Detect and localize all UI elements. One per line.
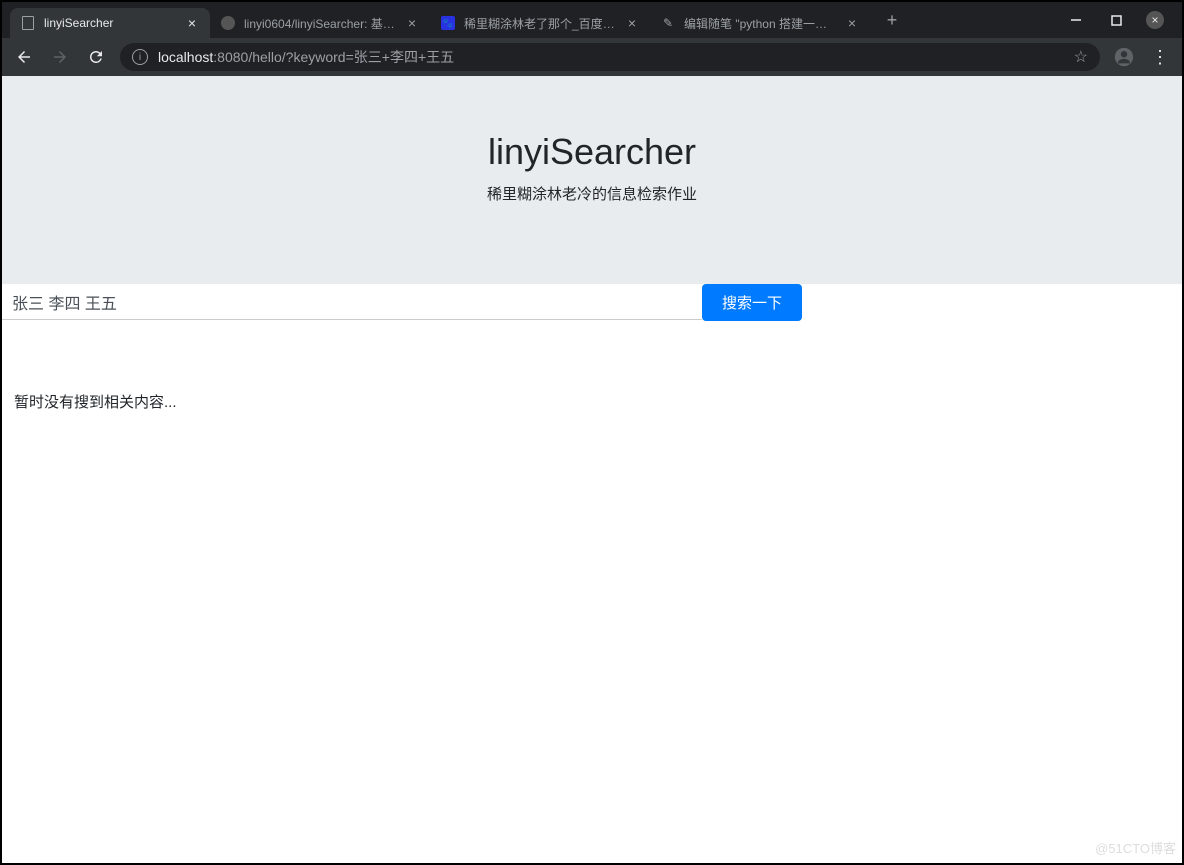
browser-tab[interactable]: ✎ 编辑随笔 "python 搭建一个简单的... × — [650, 8, 870, 38]
info-icon[interactable]: i — [132, 49, 148, 65]
tab-title: linyiSearcher — [44, 16, 178, 30]
url-field[interactable]: i localhost:8080/hello/?keyword=张三+李四+王五… — [120, 43, 1100, 71]
window-controls: × — [1066, 10, 1174, 30]
search-section: 搜索一下 — [2, 284, 1182, 321]
tab-title: 稀里糊涂林老了那个_百度搜索 — [464, 15, 618, 32]
minimize-button[interactable] — [1066, 10, 1086, 30]
results-section: 暂时没有搜到相关内容... — [2, 321, 1182, 432]
watermark: @51CTO博客 — [1095, 838, 1176, 857]
window-close-button[interactable]: × — [1146, 11, 1164, 29]
browser-tab[interactable]: linyi0604/linyiSearcher: 基于python × — [210, 8, 430, 38]
kebab-menu-icon[interactable]: ⋮ — [1148, 45, 1172, 69]
page-title: linyiSearcher — [2, 131, 1182, 173]
reload-button[interactable] — [84, 45, 108, 69]
page-subtitle: 稀里糊涂林老冷的信息检索作业 — [2, 183, 1182, 204]
back-button[interactable] — [12, 45, 36, 69]
new-tab-button[interactable]: + — [878, 6, 906, 34]
edit-icon: ✎ — [660, 15, 676, 31]
file-icon — [20, 15, 36, 31]
close-icon[interactable]: × — [844, 15, 860, 31]
profile-button[interactable] — [1112, 45, 1136, 69]
forward-button[interactable] — [48, 45, 72, 69]
address-bar: i localhost:8080/hello/?keyword=张三+李四+王五… — [2, 38, 1182, 76]
close-icon[interactable]: × — [184, 15, 200, 31]
page-content: linyiSearcher 稀里糊涂林老冷的信息检索作业 搜索一下 暂时没有搜到… — [2, 76, 1182, 863]
page-header: linyiSearcher 稀里糊涂林老冷的信息检索作业 — [2, 76, 1182, 284]
browser-tab[interactable]: 🐾 稀里糊涂林老了那个_百度搜索 × — [430, 8, 650, 38]
search-button[interactable]: 搜索一下 — [702, 284, 802, 321]
tab-title: linyi0604/linyiSearcher: 基于python — [244, 15, 398, 32]
maximize-button[interactable] — [1106, 10, 1126, 30]
search-input[interactable] — [2, 285, 702, 319]
close-icon[interactable]: × — [624, 15, 640, 31]
tab-title: 编辑随笔 "python 搭建一个简单的... — [684, 15, 838, 32]
close-icon[interactable]: × — [404, 15, 420, 31]
url-text: localhost:8080/hello/?keyword=张三+李四+王五 — [158, 47, 1064, 67]
browser-tab-bar: linyiSearcher × linyi0604/linyiSearcher:… — [2, 2, 1182, 38]
baidu-icon: 🐾 — [440, 15, 456, 31]
bookmark-star-icon[interactable]: ☆ — [1074, 47, 1088, 67]
github-icon — [220, 15, 236, 31]
browser-tab-active[interactable]: linyiSearcher × — [10, 8, 210, 38]
no-results-message: 暂时没有搜到相关内容... — [14, 391, 1170, 412]
